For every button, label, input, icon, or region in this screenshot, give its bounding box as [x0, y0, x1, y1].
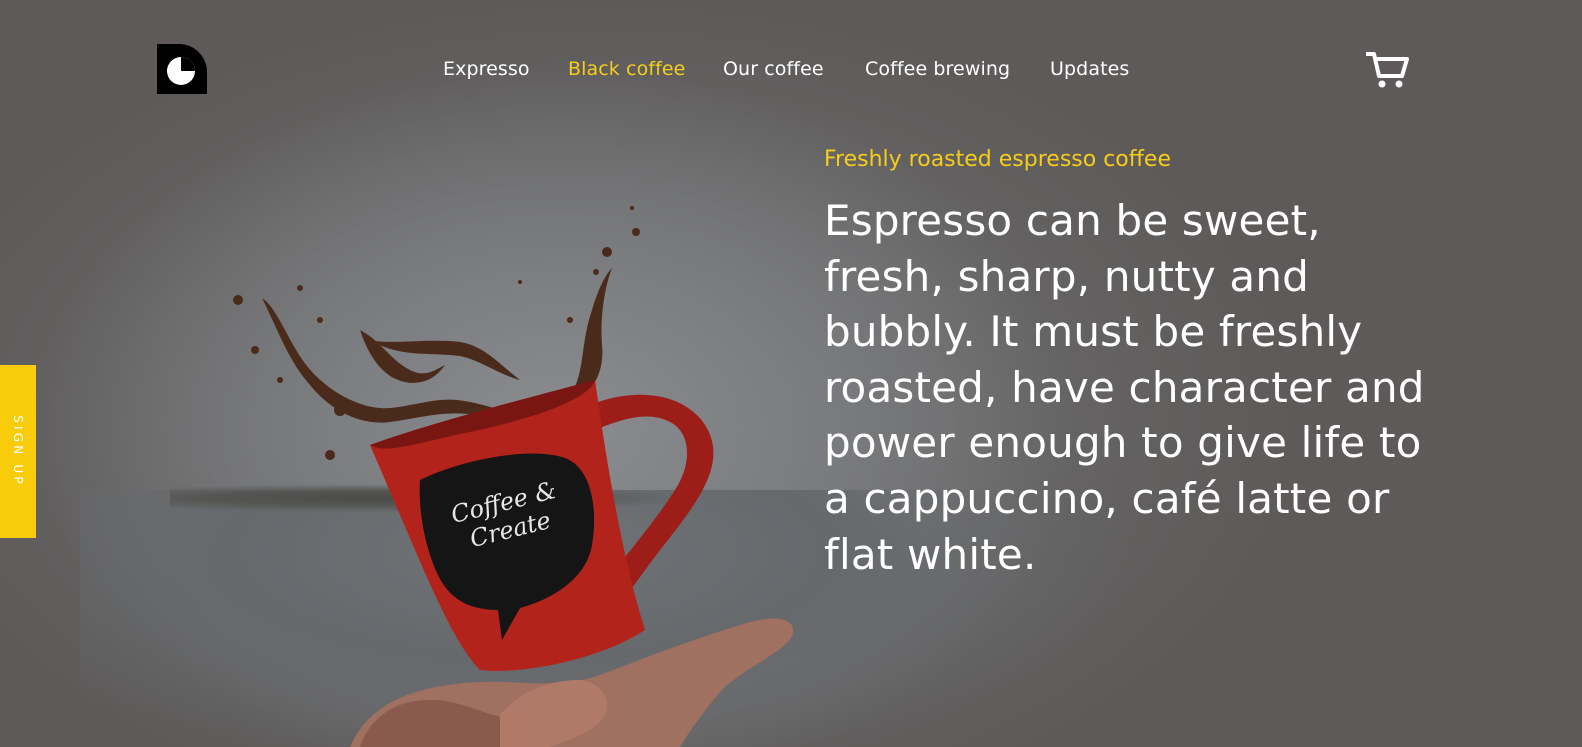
hero-headline: Espresso can be sweet, fresh, sharp, nut… — [824, 196, 1425, 579]
nav-item-expresso[interactable]: Expresso — [443, 58, 530, 80]
main-nav: Expresso Black coffee Our coffee Coffee … — [0, 58, 1582, 84]
nav-item-black-coffee[interactable]: Black coffee — [568, 58, 685, 80]
nav-item-our-coffee[interactable]: Our coffee — [723, 58, 824, 80]
nav-item-updates[interactable]: Updates — [1050, 58, 1129, 80]
nav-item-coffee-brewing[interactable]: Coffee brewing — [865, 58, 1010, 80]
signup-label: SIGN UP — [11, 415, 25, 487]
hero-tagline: Freshly roasted espresso coffee — [824, 147, 1171, 172]
cart-icon[interactable] — [1366, 50, 1410, 90]
coffee-mug-illustration — [233, 206, 794, 747]
signup-tab[interactable]: SIGN UP — [0, 365, 36, 538]
